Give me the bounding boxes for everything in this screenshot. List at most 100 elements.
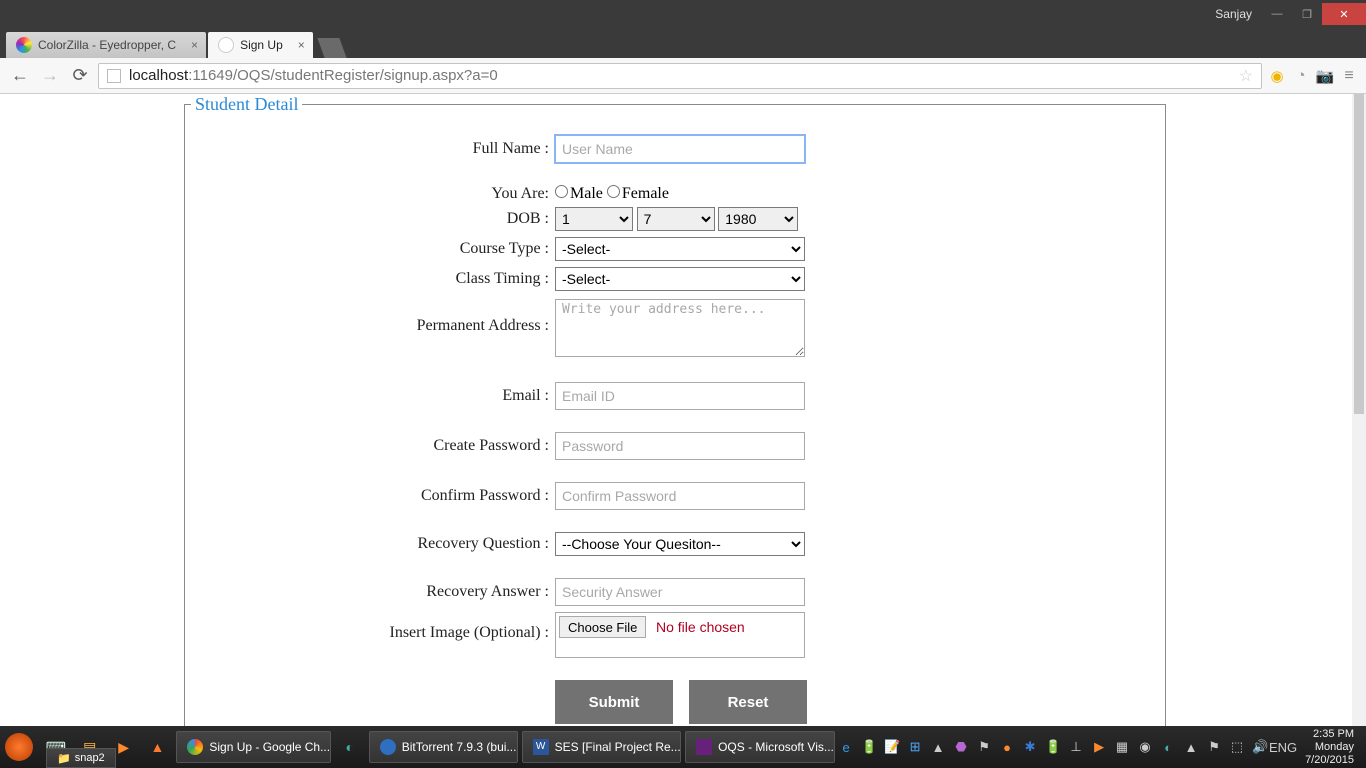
- tray-network-icon[interactable]: ⊥: [1067, 738, 1085, 756]
- window-min-button[interactable]: —: [1262, 3, 1292, 25]
- tray-icon[interactable]: 📝: [883, 738, 901, 756]
- female-label: Female: [622, 185, 669, 202]
- tray-icon[interactable]: ✱: [1021, 738, 1039, 756]
- taskbar-task-word[interactable]: WSES [Final Project Re...: [522, 731, 681, 763]
- tray-chrome-icon[interactable]: ◉: [1136, 738, 1154, 756]
- recovery-answer-label: Recovery Answer :: [185, 583, 555, 601]
- tray-icon[interactable]: ▲: [1182, 738, 1200, 756]
- fullname-label: Full Name :: [185, 140, 555, 158]
- tab-signup[interactable]: Sign Up ×: [208, 32, 313, 58]
- reset-button[interactable]: Reset: [689, 680, 807, 724]
- tray-icon[interactable]: 🔋: [860, 738, 878, 756]
- start-orb-icon: [5, 733, 33, 761]
- vertical-scrollbar[interactable]: [1352, 94, 1366, 726]
- browser-toolbar: ← → ⟳ localhost:11649/OQS/studentRegiste…: [0, 58, 1366, 94]
- email-label: Email :: [185, 387, 555, 405]
- taskbar-task-chrome[interactable]: Sign Up - Google Ch...: [176, 731, 331, 763]
- course-select[interactable]: -Select-: [555, 237, 805, 261]
- tab-label: Sign Up: [240, 38, 283, 52]
- taskbar-pin-vlc[interactable]: ▲: [144, 732, 172, 762]
- page-icon: [218, 37, 234, 53]
- bookmark-icon[interactable]: ☆: [1239, 66, 1253, 86]
- profile-name: Sanjay: [1205, 7, 1262, 21]
- password-input[interactable]: [555, 432, 805, 460]
- window-max-button[interactable]: ❐: [1292, 3, 1322, 25]
- submit-button[interactable]: Submit: [555, 680, 673, 724]
- window-titlebar: Sanjay — ❐ ✕: [0, 0, 1366, 28]
- close-icon[interactable]: ×: [191, 38, 198, 52]
- dob-year-select[interactable]: 1980: [718, 207, 798, 231]
- word-icon: W: [533, 739, 549, 755]
- fieldset-legend: Student Detail: [191, 94, 302, 115]
- tray-lang[interactable]: ENG: [1274, 738, 1292, 756]
- image-label: Insert Image (Optional) :: [185, 612, 555, 642]
- timing-label: Class Timing :: [185, 270, 555, 288]
- tray-icon[interactable]: ⬚: [1228, 738, 1246, 756]
- close-icon[interactable]: ×: [298, 38, 305, 52]
- extension-icon[interactable]: ◔: [1292, 67, 1310, 85]
- folder-icon: 📁: [57, 752, 71, 765]
- tray-icon[interactable]: ▲: [929, 738, 947, 756]
- address-textarea[interactable]: [555, 299, 805, 357]
- tabstrip: ColorZilla - Eyedropper, C × Sign Up ×: [0, 28, 1366, 58]
- tray-icon[interactable]: ▶: [1090, 738, 1108, 756]
- tray-volume-icon[interactable]: 🔊: [1251, 738, 1269, 756]
- menu-button[interactable]: ≡: [1340, 67, 1358, 85]
- dob-month-select[interactable]: 7: [637, 207, 715, 231]
- chrome-icon: [187, 739, 203, 755]
- recovery-answer-input[interactable]: [555, 578, 805, 606]
- file-status: No file chosen: [656, 619, 745, 635]
- confirm-password-input[interactable]: [555, 482, 805, 510]
- clock-date: 7/20/2015: [1305, 754, 1354, 767]
- male-radio[interactable]: [555, 185, 568, 198]
- visualstudio-icon: [696, 739, 712, 755]
- taskbar-clock[interactable]: 2:35 PM Monday 7/20/2015: [1297, 728, 1362, 767]
- email-input[interactable]: [555, 382, 805, 410]
- new-tab-button[interactable]: [317, 38, 346, 58]
- dob-day-select[interactable]: 1: [555, 207, 633, 231]
- fullname-input[interactable]: [555, 135, 805, 163]
- tray-icon[interactable]: ⬣: [952, 738, 970, 756]
- bittorrent-icon: [380, 739, 396, 755]
- site-info-icon: [107, 69, 121, 83]
- tray-icon[interactable]: ◐: [1159, 738, 1177, 756]
- taskbar: ⌨ ▤ ▶ ▲ Sign Up - Google Ch... ◐ BitTorr…: [0, 726, 1366, 768]
- colorzilla-icon: [16, 37, 32, 53]
- tray-icon[interactable]: e: [837, 738, 855, 756]
- recovery-question-label: Recovery Question :: [185, 535, 555, 553]
- address-bar[interactable]: localhost:11649/OQS/studentRegister/sign…: [98, 63, 1262, 89]
- window-close-button[interactable]: ✕: [1322, 3, 1366, 25]
- forward-button[interactable]: →: [38, 64, 62, 88]
- tray-icon[interactable]: ⊞: [906, 738, 924, 756]
- student-detail-fieldset: Student Detail Full Name : You Are: Male…: [184, 94, 1166, 726]
- tray-icon[interactable]: ●: [998, 738, 1016, 756]
- gender-label: You Are:: [185, 185, 555, 203]
- start-button[interactable]: [0, 726, 39, 768]
- female-radio[interactable]: [607, 185, 620, 198]
- male-label: Male: [570, 185, 603, 202]
- tab-colorzilla[interactable]: ColorZilla - Eyedropper, C ×: [6, 32, 206, 58]
- taskbar-pin-app[interactable]: ◐: [336, 732, 364, 762]
- reload-button[interactable]: ⟳: [68, 64, 92, 88]
- extension-icon[interactable]: 📷: [1316, 67, 1334, 85]
- extension-icon[interactable]: ◉: [1268, 67, 1286, 85]
- recovery-question-select[interactable]: --Choose Your Quesiton--: [555, 532, 805, 556]
- tray-icon[interactable]: ⚑: [975, 738, 993, 756]
- tab-label: ColorZilla - Eyedropper, C: [38, 38, 176, 52]
- confirm-label: Confirm Password :: [185, 487, 555, 505]
- taskbar-task-bittorrent[interactable]: BitTorrent 7.9.3 (bui...: [369, 731, 518, 763]
- tray-icon[interactable]: ▦: [1113, 738, 1131, 756]
- tray-icon[interactable]: ⚑: [1205, 738, 1223, 756]
- course-label: Course Type :: [185, 240, 555, 258]
- timing-select[interactable]: -Select-: [555, 267, 805, 291]
- scrollbar-thumb[interactable]: [1354, 94, 1364, 414]
- tray-battery-icon[interactable]: 🔋: [1044, 738, 1062, 756]
- password-label: Create Password :: [185, 437, 555, 455]
- back-button[interactable]: ←: [8, 64, 32, 88]
- page-viewport: Student Detail Full Name : You Are: Male…: [0, 94, 1352, 726]
- address-label: Permanent Address :: [185, 299, 555, 335]
- taskbar-task-snap[interactable]: 📁snap2: [46, 748, 116, 768]
- taskbar-task-vs[interactable]: OQS - Microsoft Vis...: [685, 731, 835, 763]
- choose-file-button[interactable]: Choose File: [559, 616, 646, 638]
- url-path: :11649/OQS/studentRegister/signup.aspx?a…: [188, 67, 498, 84]
